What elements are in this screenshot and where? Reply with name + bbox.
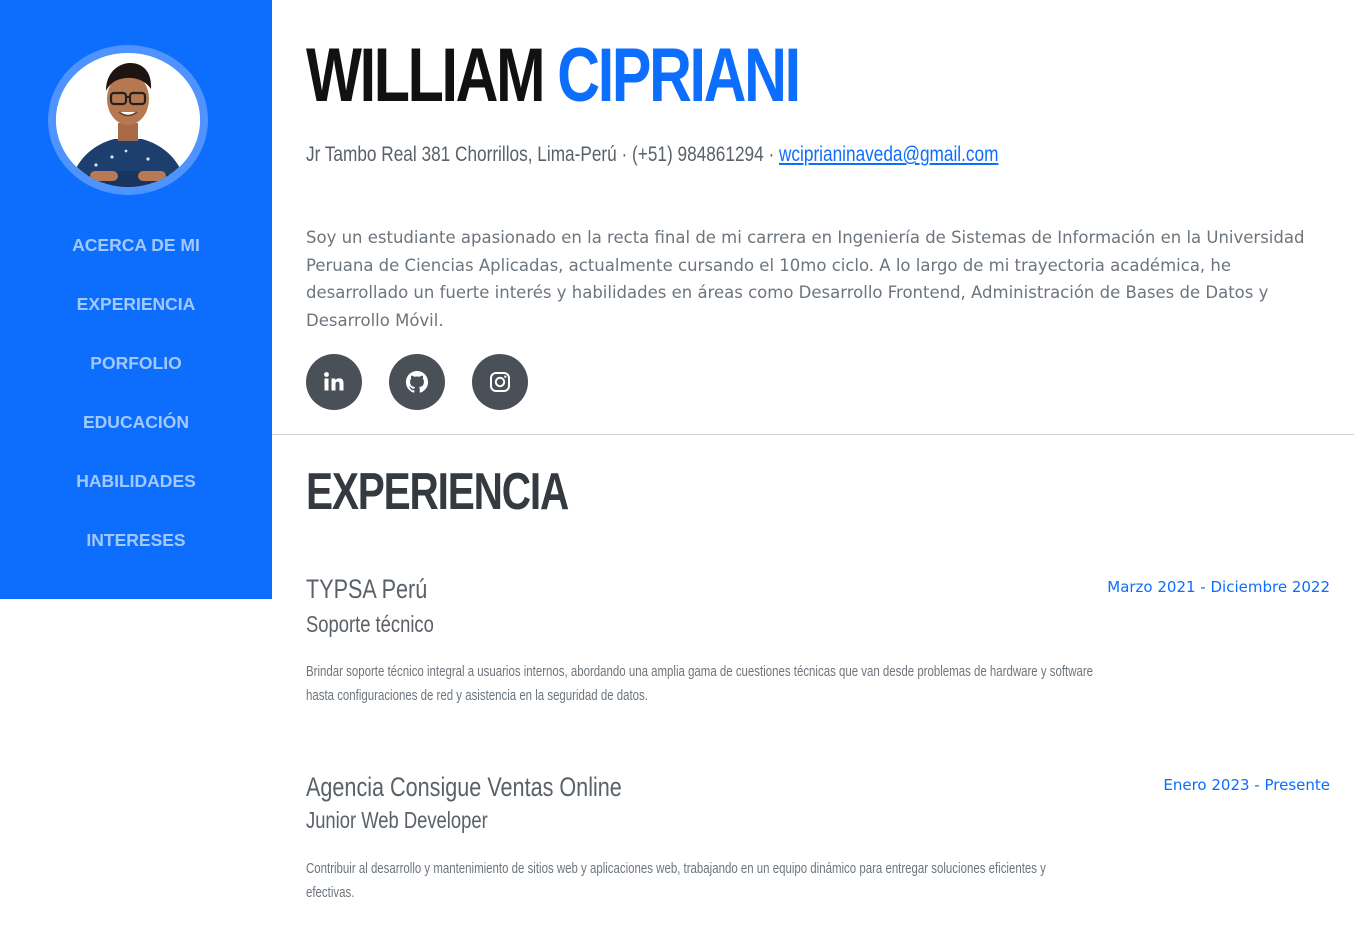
nav-item-intereses[interactable]: INTERESES [0, 511, 272, 570]
linkedin-button[interactable] [306, 354, 362, 410]
last-name: CIPRIANI [557, 33, 801, 118]
nav-item-habilidades[interactable]: HABILIDADES [0, 452, 272, 511]
social-links [306, 354, 528, 410]
job-role: Soporte técnico [306, 611, 434, 637]
job-company: TYPSA Perú [306, 574, 428, 604]
instagram-icon [490, 372, 510, 392]
github-icon [405, 370, 429, 393]
section-divider [272, 434, 1354, 435]
email-link[interactable]: wciprianinaveda@gmail.com [779, 143, 998, 166]
nav-item-porfolio[interactable]: PORFOLIO [0, 334, 272, 393]
job-role: Junior Web Developer [306, 807, 488, 833]
nav-item-acerca[interactable]: ACERCA DE MI [0, 216, 272, 275]
job-description: Contribuir al desarrollo y mantenimiento… [306, 861, 1046, 901]
avatar [56, 53, 200, 187]
contact-line: Jr Tambo Real 381 Chorrillos, Lima-Perú … [306, 143, 998, 167]
about-paragraph: Soy un estudiante apasionado en la recta… [306, 228, 1305, 330]
section-title-experiencia: EXPERIENCIA [306, 463, 569, 521]
linkedin-icon [324, 372, 344, 391]
first-name: WILLIAM [306, 33, 545, 118]
instagram-button[interactable] [472, 354, 528, 410]
job-date: Enero 2023 - Presente [1163, 776, 1330, 794]
avatar-ring [48, 45, 208, 195]
sidebar: ACERCA DE MI EXPERIENCIA PORFOLIO EDUCAC… [0, 0, 272, 599]
job-description: Brindar soporte técnico integral a usuar… [306, 664, 1094, 704]
avatar-photo [56, 53, 200, 187]
job-date: Marzo 2021 - Diciembre 2022 [1107, 578, 1330, 596]
job-company: Agencia Consigue Ventas Online [306, 772, 622, 802]
page-title: WILLIAM CIPRIANI [306, 30, 801, 121]
contact-address-phone: Jr Tambo Real 381 Chorrillos, Lima-Perú … [306, 143, 779, 166]
nav-item-educacion[interactable]: EDUCACIÓN [0, 393, 272, 452]
nav-menu: ACERCA DE MI EXPERIENCIA PORFOLIO EDUCAC… [0, 216, 272, 570]
nav-item-experiencia[interactable]: EXPERIENCIA [0, 275, 272, 334]
github-button[interactable] [389, 354, 445, 410]
